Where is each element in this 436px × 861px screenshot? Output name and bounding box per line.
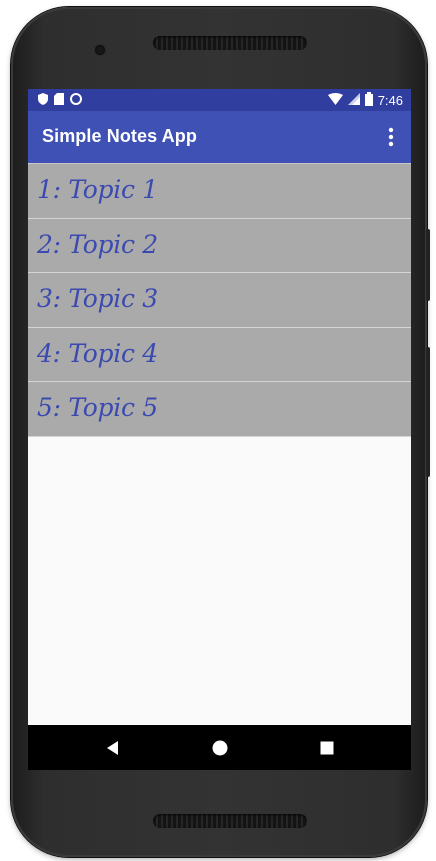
phone-screen: 7:46 Simple Notes App 1: Topic 1 2: Topi… bbox=[28, 89, 411, 770]
list-item[interactable]: 5: Topic 5 bbox=[28, 382, 411, 437]
cell-signal-icon bbox=[347, 93, 360, 108]
more-vert-icon[interactable] bbox=[381, 125, 401, 149]
topic-label: 3: Topic 3 bbox=[37, 284, 158, 313]
sync-circle-icon bbox=[70, 93, 82, 108]
status-time: 7:46 bbox=[377, 92, 403, 108]
back-icon[interactable] bbox=[103, 738, 123, 758]
list-item[interactable]: 3: Topic 3 bbox=[28, 273, 411, 328]
topic-label: 4: Topic 4 bbox=[37, 338, 158, 368]
topic-label: 2: Topic 2 bbox=[37, 229, 158, 259]
wifi-icon bbox=[327, 93, 343, 108]
bottom-speaker bbox=[153, 814, 307, 828]
topic-label: 5: Topic 5 bbox=[37, 393, 158, 422]
navigation-bar bbox=[28, 725, 411, 770]
recents-icon[interactable] bbox=[317, 738, 337, 758]
top-speaker bbox=[153, 36, 307, 50]
topic-label: 1: Topic 1 bbox=[37, 175, 158, 204]
front-camera bbox=[95, 45, 105, 55]
power-button bbox=[426, 229, 430, 301]
home-icon[interactable] bbox=[210, 738, 230, 758]
list-item[interactable]: 4: Topic 4 bbox=[28, 327, 411, 382]
shield-icon bbox=[38, 93, 48, 108]
volume-button bbox=[426, 347, 430, 477]
battery-icon bbox=[364, 92, 373, 109]
topic-list: 1: Topic 1 2: Topic 2 3: Topic 3 4: Topi… bbox=[28, 164, 411, 437]
app-toolbar: Simple Notes App bbox=[28, 111, 411, 163]
sd-card-icon bbox=[54, 93, 64, 108]
list-item[interactable]: 1: Topic 1 bbox=[28, 164, 411, 219]
app-title: Simple Notes App bbox=[42, 126, 197, 146]
status-bar: 7:46 bbox=[28, 89, 411, 111]
list-item[interactable]: 2: Topic 2 bbox=[28, 218, 411, 273]
